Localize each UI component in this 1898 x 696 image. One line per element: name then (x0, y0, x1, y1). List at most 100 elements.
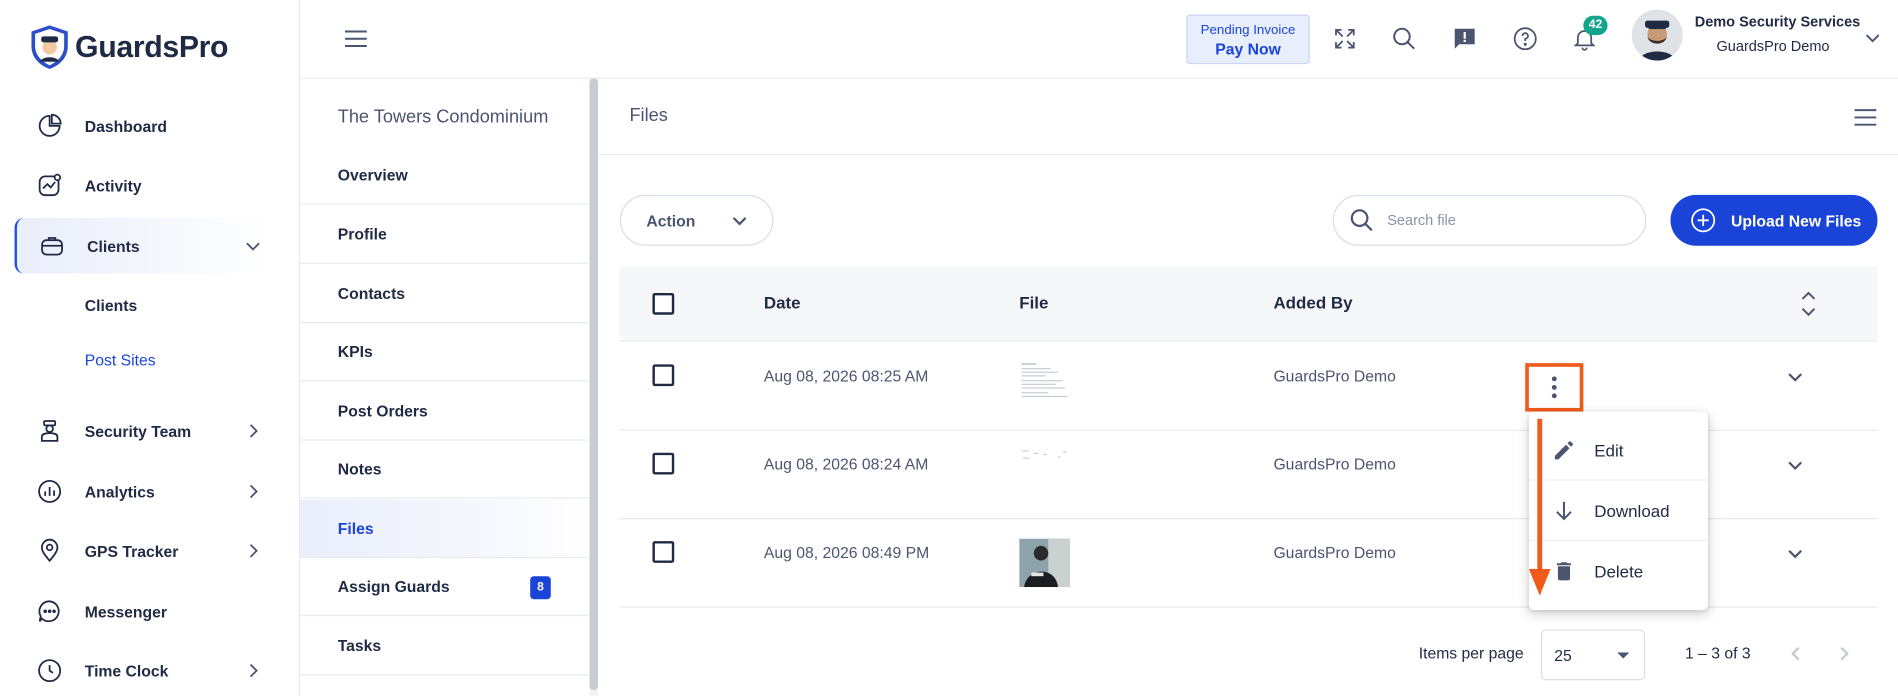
chevron-right-icon (249, 484, 258, 499)
sidebar-item-dashboard[interactable]: Dashboard (15, 98, 272, 154)
sidebar-item-clients[interactable]: Clients (14, 217, 272, 274)
row-more-button[interactable] (1525, 363, 1584, 412)
site-menu-post-orders[interactable]: Post Orders (300, 383, 589, 441)
column-header-file[interactable]: File (1019, 293, 1048, 312)
menu-item-label: Edit (1594, 440, 1624, 460)
select-all-checkbox[interactable] (652, 292, 675, 315)
table-header: Date File Added By (619, 266, 1878, 342)
sidebar-item-label: GPS Tracker (84, 541, 179, 560)
site-menu-notes[interactable]: Notes (300, 441, 589, 499)
pending-invoice-button[interactable]: Pending Invoice Pay Now (1186, 14, 1310, 65)
items-per-page-select[interactable]: 25 (1540, 629, 1646, 681)
pay-now-label: Pay Now (1215, 39, 1281, 59)
annotation-arrow-head (1528, 568, 1551, 596)
help-icon[interactable] (1511, 24, 1540, 53)
user-org: GuardsPro Demo (1716, 37, 1830, 55)
expand-chevron-icon[interactable] (1787, 546, 1804, 563)
search-box (1332, 194, 1647, 246)
annotation-arrow (1537, 418, 1543, 574)
count-badge: 8 (530, 576, 551, 600)
site-menu-kpis[interactable]: KPIs (300, 323, 589, 382)
search-icon[interactable] (1390, 24, 1419, 53)
fullscreen-icon[interactable] (1330, 24, 1359, 53)
row-action-menu: Edit Download Delete (1528, 411, 1709, 611)
site-menu-files[interactable]: Files (300, 499, 589, 559)
sidebar-item-label: Clients (87, 236, 140, 255)
row-date: Aug 08, 2026 08:25 AM (763, 366, 929, 385)
plus-circle-icon (1691, 208, 1716, 233)
menu-item-label: Download (1594, 500, 1670, 520)
document-thumbnail[interactable] (1019, 358, 1071, 407)
more-vertical-icon (1551, 376, 1557, 399)
sort-icon[interactable] (1800, 291, 1817, 318)
expand-chevron-icon[interactable] (1787, 369, 1804, 386)
pie-chart-icon (34, 110, 65, 141)
photo-thumbnail[interactable] (1019, 538, 1071, 588)
action-label: Action (646, 211, 696, 230)
items-per-page-value: 25 (1554, 645, 1572, 664)
caret-down-icon (1617, 652, 1630, 659)
sidebar-item-security-team[interactable]: Security Team (15, 403, 272, 459)
sidebar-item-analytics[interactable]: Analytics (15, 464, 272, 520)
next-page-icon[interactable] (1838, 645, 1853, 662)
sidebar-item-messenger[interactable]: Messenger (15, 583, 272, 639)
column-header-date[interactable]: Date (764, 293, 801, 312)
hamburger-menu-icon[interactable] (344, 29, 368, 48)
menu-item-edit[interactable]: Edit (1528, 420, 1709, 481)
row-date: Aug 08, 2026 08:49 PM (763, 543, 930, 562)
site-menu-contacts[interactable]: Contacts (300, 265, 589, 324)
search-input[interactable] (1387, 211, 1606, 229)
logo[interactable]: GuardsPro (29, 24, 229, 70)
list-menu-icon[interactable] (1853, 108, 1877, 127)
row-added-by: GuardsPro Demo (1273, 543, 1396, 562)
pagination-range: 1 – 3 of 3 (1685, 643, 1751, 663)
previous-page-icon[interactable] (1788, 645, 1803, 662)
feedback-icon[interactable] (1450, 24, 1479, 53)
scrollbar-thumb[interactable] (589, 78, 598, 690)
scrollbar[interactable] (589, 78, 598, 696)
logo-text: GuardsPro (75, 29, 229, 64)
chevron-down-icon (732, 217, 747, 226)
sidebar-item-gps-tracker[interactable]: GPS Tracker (15, 523, 272, 579)
row-added-by: GuardsPro Demo (1273, 455, 1396, 474)
expand-chevron-icon[interactable] (1787, 458, 1804, 475)
site-menu-tasks[interactable]: Tasks (300, 617, 589, 676)
page-title: Files (629, 105, 668, 126)
sidebar-item-activity[interactable]: Activity (15, 157, 272, 213)
action-dropdown[interactable]: Action (619, 194, 774, 246)
chat-bubble-icon (34, 596, 65, 627)
notification-badge: 42 (1583, 15, 1608, 36)
sidebar-item-label: Activity (84, 176, 142, 195)
guard-shield-logo-icon (31, 25, 68, 69)
sidebar-item-label: Analytics (84, 482, 155, 501)
row-added-by: GuardsPro Demo (1273, 366, 1396, 385)
sidebar: GuardsPro Dashboard Activity Clients Cli… (0, 0, 301, 696)
menu-item-label: Delete (1594, 561, 1644, 582)
trash-icon (1551, 558, 1578, 585)
arrow-down-icon (1551, 497, 1578, 524)
site-menu-assign-guards[interactable]: Assign Guards 8 (300, 558, 589, 617)
sidebar-item-time-clock[interactable]: Time Clock (15, 643, 272, 696)
site-menu-profile[interactable]: Profile (300, 206, 589, 264)
chevron-right-icon (249, 544, 258, 558)
avatar[interactable] (1631, 9, 1683, 61)
site-title: The Towers Condominium (337, 106, 549, 128)
document-thumbnail[interactable] (1019, 446, 1071, 496)
activity-chart-icon (34, 169, 65, 200)
menu-item-delete[interactable]: Delete (1529, 541, 1708, 602)
chevron-right-icon (249, 424, 258, 438)
menu-item-download[interactable]: Download (1528, 481, 1709, 542)
divider (599, 153, 1898, 155)
chevron-down-icon[interactable] (1864, 29, 1881, 46)
briefcase-icon (36, 230, 67, 261)
column-header-added-by[interactable]: Added By (1273, 293, 1352, 312)
row-checkbox[interactable] (652, 541, 675, 563)
row-checkbox[interactable] (652, 364, 675, 387)
upload-new-files-button[interactable]: Upload New Files (1670, 194, 1878, 246)
upload-label: Upload New Files (1731, 211, 1862, 230)
subnav-clients[interactable]: Clients (85, 297, 137, 315)
sidebar-item-label: Security Team (84, 421, 192, 441)
subnav-post-sites[interactable]: Post Sites (85, 351, 156, 369)
row-checkbox[interactable] (652, 452, 675, 475)
site-menu-overview[interactable]: Overview (300, 146, 589, 205)
